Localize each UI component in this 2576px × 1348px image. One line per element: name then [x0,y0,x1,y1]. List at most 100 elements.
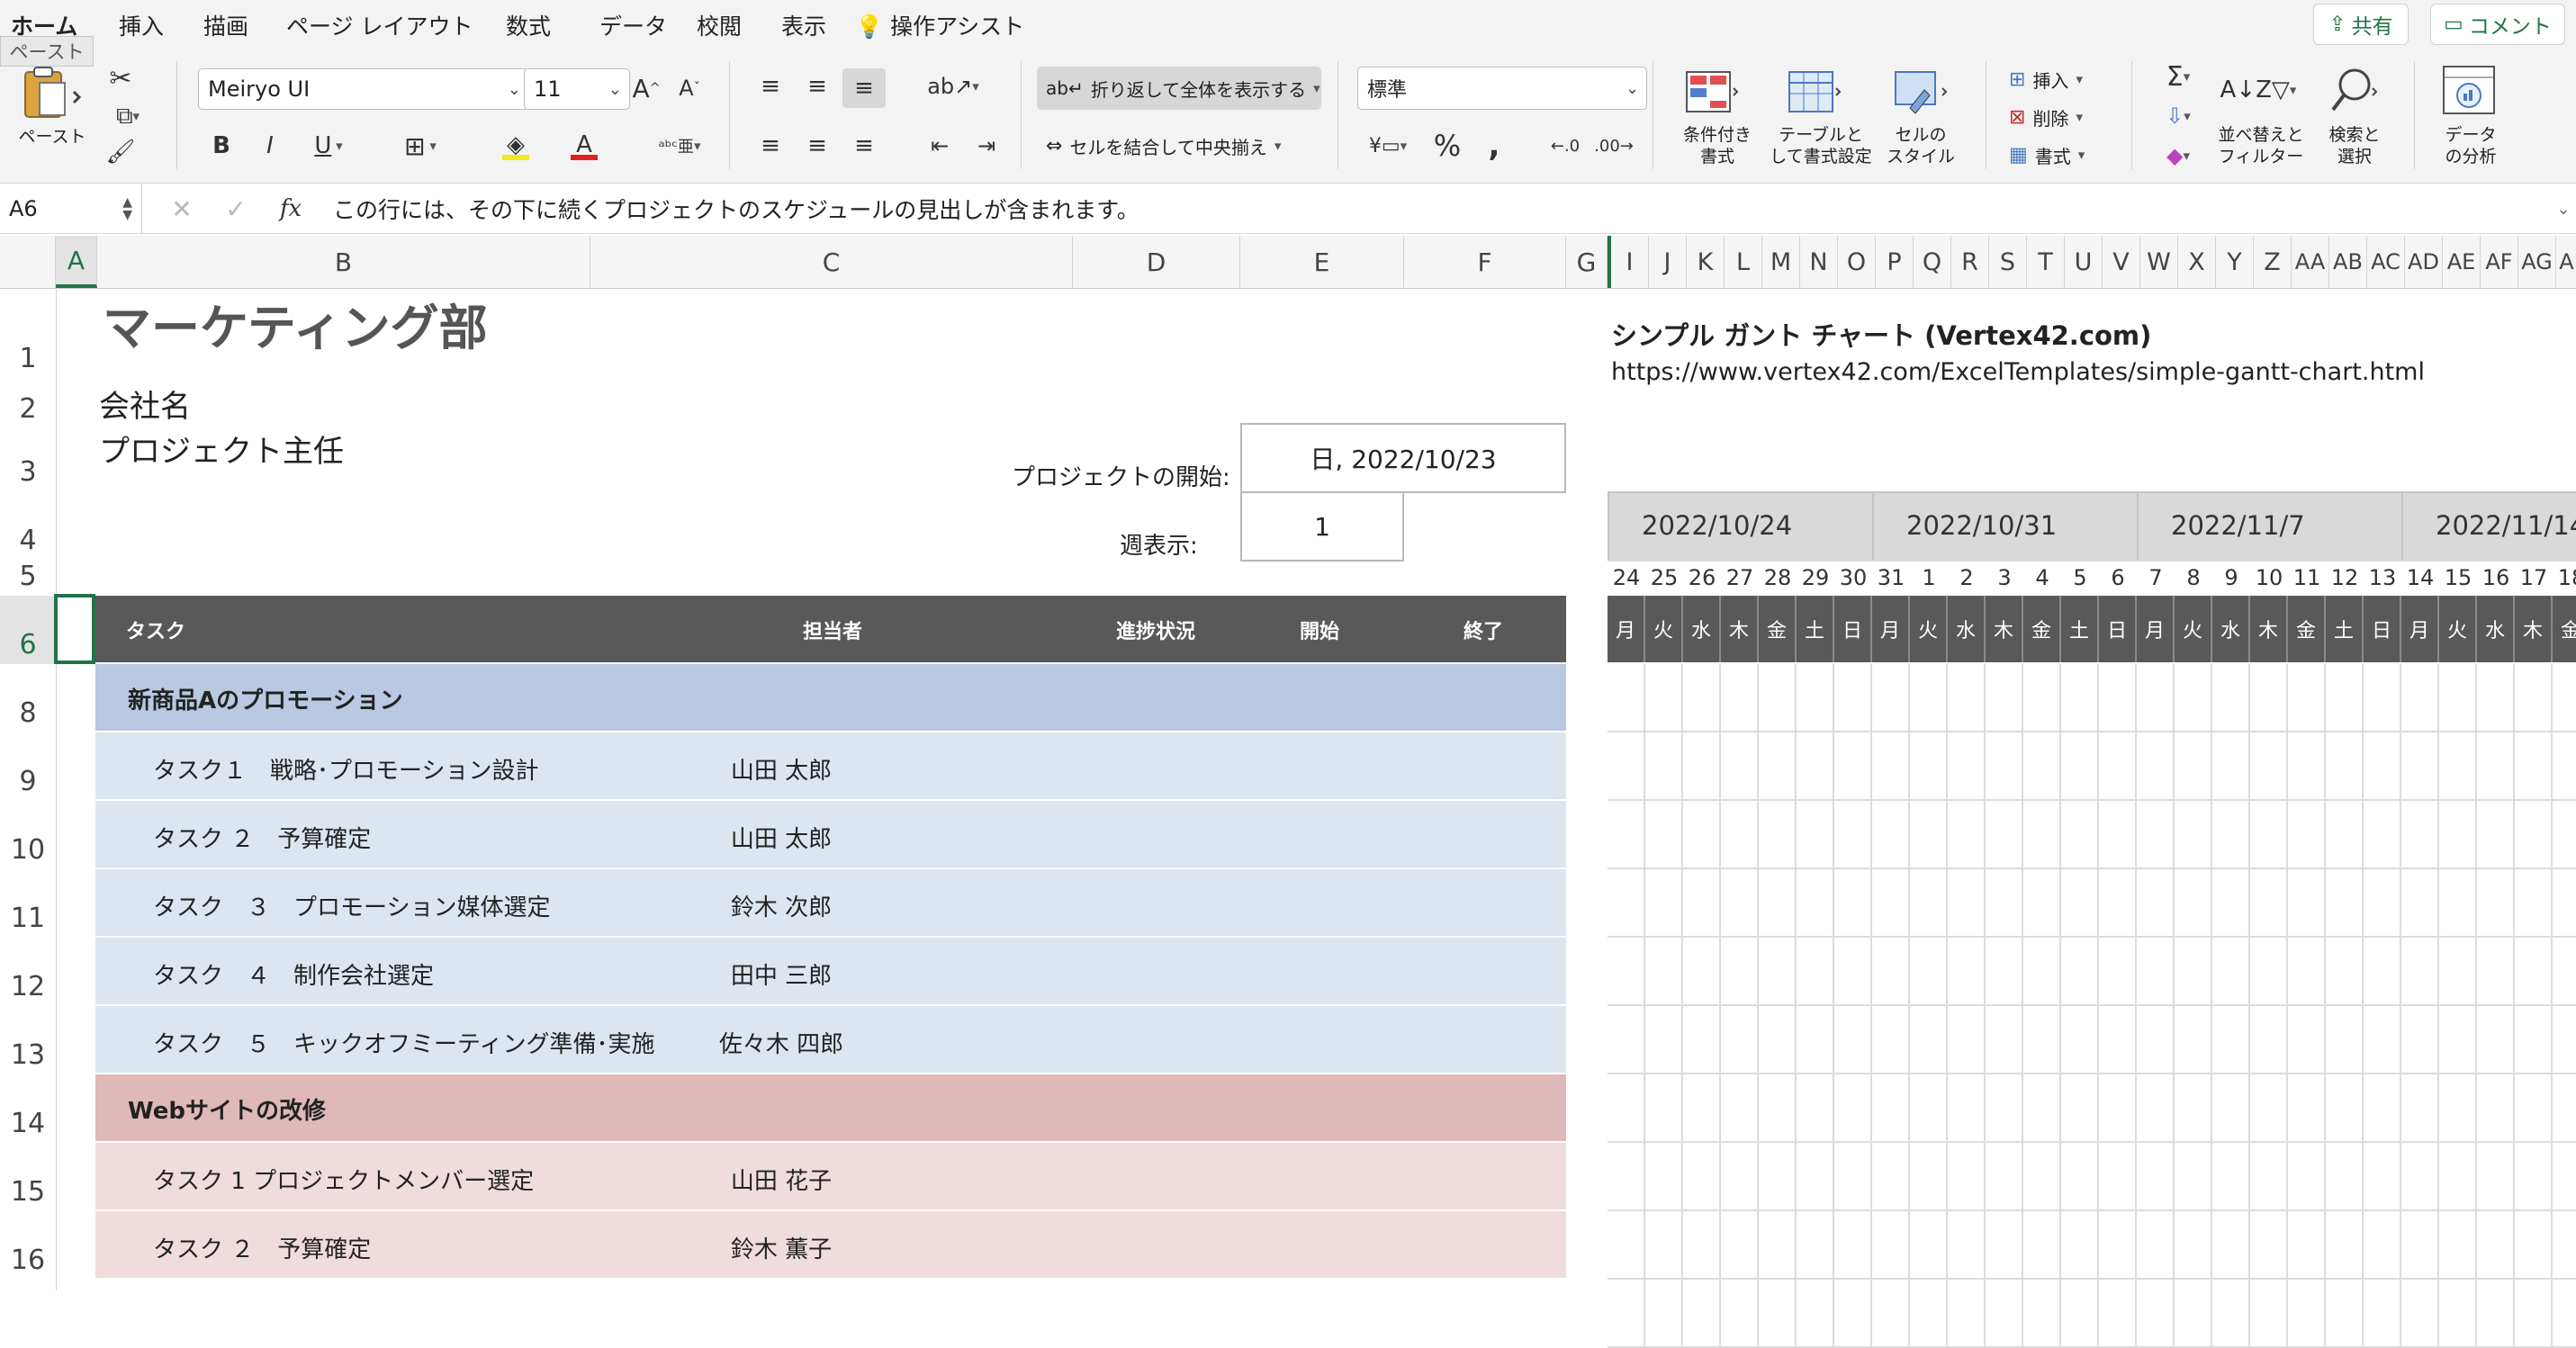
gantt-cell[interactable] [1910,869,1948,938]
gantt-cell[interactable] [1759,869,1797,938]
column-header-ae[interactable]: AE [2443,236,2481,288]
gantt-cell[interactable] [2477,869,2515,938]
column-header-t[interactable]: T [2027,236,2065,288]
gantt-cell[interactable] [2439,801,2477,869]
fill-icon[interactable]: ⇩ ▾ [2149,99,2207,133]
gantt-cell[interactable] [1608,1006,1645,1074]
gantt-cell[interactable] [2212,1074,2250,1143]
gantt-cell[interactable] [1759,1280,1797,1348]
gantt-cell[interactable] [2061,1143,2099,1211]
gantt-cell[interactable] [1645,1006,1683,1074]
column-header-e[interactable]: E [1240,236,1404,288]
tab-6[interactable]: 校閲 [697,9,742,41]
column-header-m[interactable]: M [1762,236,1800,288]
column-header-l[interactable]: L [1725,236,1762,288]
gantt-cell[interactable] [2401,1143,2439,1211]
gantt-cell[interactable] [2099,1006,2137,1074]
gantt-cell[interactable] [2326,732,2364,801]
gantt-cell[interactable] [2099,801,2137,869]
gantt-cell[interactable] [1797,1280,1834,1348]
phonetic-icon[interactable]: ᵃᵇᶜ亜 ▾ [648,126,711,166]
gantt-cell[interactable] [2515,1006,2553,1074]
gantt-cell[interactable] [2212,1280,2250,1348]
gantt-cell[interactable] [2137,1143,2175,1211]
gantt-cell[interactable] [1721,801,1759,869]
gantt-cell[interactable] [2212,938,2250,1006]
gantt-cell[interactable] [2175,869,2212,938]
gantt-cell[interactable] [2250,1280,2288,1348]
gantt-cell[interactable] [2175,732,2212,801]
row-header-16[interactable]: 16 [0,1211,56,1280]
gantt-cell[interactable] [1986,938,2023,1006]
gantt-cell[interactable] [2212,732,2250,801]
italic-button[interactable]: I [254,128,286,164]
row-header-15[interactable]: 15 [0,1143,56,1211]
table-row[interactable]: タスク ４ 制作会社選定 田中 三郎 [95,938,1566,1006]
gantt-cell[interactable] [1721,1006,1759,1074]
gantt-cell[interactable] [2099,1143,2137,1211]
gantt-cell[interactable] [2439,1006,2477,1074]
row-header-6[interactable]: 6 [0,596,56,664]
gantt-cell[interactable] [1910,1143,1948,1211]
gantt-cell[interactable] [2364,1143,2401,1211]
column-header-v[interactable]: V [2103,236,2140,288]
gantt-cell[interactable] [1608,869,1645,938]
column-header-ag[interactable]: AG [2518,236,2556,288]
gantt-cell[interactable] [2099,938,2137,1006]
gantt-cell[interactable] [2364,1211,2401,1280]
gantt-cell[interactable] [2175,938,2212,1006]
cell-style-icon[interactable] [1885,65,1957,119]
gantt-cell[interactable] [1645,1074,1683,1143]
gantt-cell[interactable] [2326,1006,2364,1074]
gantt-cell[interactable] [2023,732,2061,801]
column-header-n[interactable]: N [1800,236,1838,288]
gantt-cell[interactable] [1834,732,1872,801]
gantt-cell[interactable] [1645,1211,1683,1280]
gantt-cell[interactable] [1721,1074,1759,1143]
gantt-cell[interactable] [2515,1211,2553,1280]
gantt-cell[interactable] [2175,1006,2212,1074]
fill-color-icon[interactable]: ◈ [484,126,547,166]
gantt-cell[interactable] [1759,664,1797,732]
gantt-cell[interactable] [1986,1074,2023,1143]
search-icon[interactable] [2320,63,2389,117]
gantt-cell[interactable] [2099,869,2137,938]
gantt-cell[interactable] [1683,1280,1721,1348]
gantt-cell[interactable] [2515,1074,2553,1143]
borders-icon[interactable]: ⊞ ▾ [389,128,452,164]
gantt-cell[interactable] [2288,1280,2326,1348]
formula-input[interactable]: この行には、その下に続くプロジェクトのスケジュールの見出しが含まれます。 [320,184,2553,234]
gantt-cell[interactable] [2023,801,2061,869]
gantt-cell[interactable] [2250,1074,2288,1143]
gantt-cell[interactable] [2364,1006,2401,1074]
gantt-cell[interactable] [2477,732,2515,801]
gantt-cell[interactable] [2439,869,2477,938]
gantt-cell[interactable] [1759,1074,1797,1143]
gantt-cell[interactable] [1834,869,1872,938]
gantt-cell[interactable] [2326,869,2364,938]
gantt-cell[interactable] [1683,732,1721,801]
gantt-cell[interactable] [1910,664,1948,732]
gantt-cell[interactable] [1721,938,1759,1006]
gantt-cell[interactable] [2023,664,2061,732]
tab-7[interactable]: 表示 [781,9,826,41]
template-url[interactable]: https://www.vertex42.com/ExcelTemplates/… [1611,358,2425,386]
gantt-cell[interactable] [1948,1280,1986,1348]
gantt-cell[interactable] [1948,801,1986,869]
gantt-cell[interactable] [2288,732,2326,801]
row-header-8[interactable]: 8 [0,664,56,732]
gantt-cell[interactable] [1910,801,1948,869]
gantt-cell[interactable] [2439,1143,2477,1211]
gantt-cell[interactable] [2553,801,2576,869]
delete-cells-button[interactable]: ⊠ 削除 ▾ [2009,101,2115,133]
gantt-cell[interactable] [1759,801,1797,869]
gantt-cell[interactable] [2401,1006,2439,1074]
column-header-f[interactable]: F [1404,236,1566,288]
increase-indent-icon[interactable]: ⇥ [968,128,1004,164]
gantt-cell[interactable] [2326,1280,2364,1348]
gantt-cell[interactable] [1986,1006,2023,1074]
font-name-select[interactable]: Meiryo UI ⌄ [198,68,529,110]
tab-1[interactable]: 挿入 [119,9,164,41]
gantt-cell[interactable] [1608,1280,1645,1348]
gantt-cell[interactable] [2212,664,2250,732]
